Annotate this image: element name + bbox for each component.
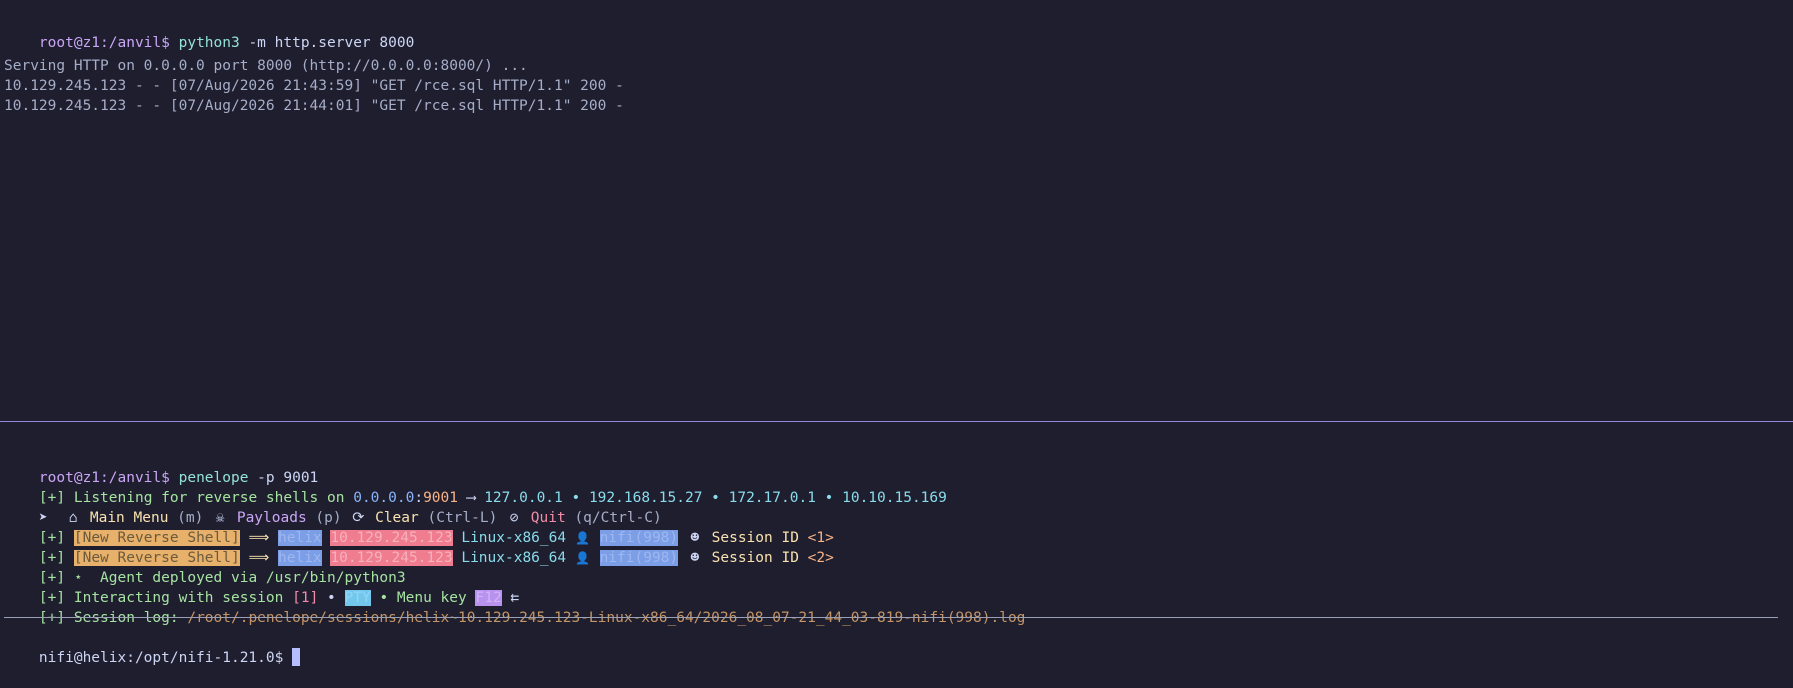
user-badge: nifi(998) [599,550,679,566]
status-tag: [+] [38,610,66,626]
interacting-line: [+] Interacting with session [1] • PTY •… [4,568,519,606]
command-args: -m http.server 8000 [239,35,415,51]
smile-icon: ☻ [690,550,700,566]
session-id-label: Session ID [711,550,799,566]
session-log-line: [+] Session log: /root/.penelope/session… [4,588,1025,626]
pane-divider[interactable] [0,421,1793,422]
session-log-path[interactable]: /root/.penelope/sessions/helix~10.129.24… [187,610,1025,626]
command-line: root@z1:/anvil$ python3 -m http.server 8… [4,13,414,51]
menu-line: ➤ ⌂ Main Menu (m) ☠ Payloads (p) ⟳ Clear… [4,488,662,526]
shell-prompt: root@z1:/anvil$ [38,35,170,51]
listening-line: [+] Listening for reverse shells on 0.0.… [4,468,947,506]
session-id-value: <2> [807,550,834,566]
agent-line: [+] ⋆ Agent deployed via /usr/bin/python… [4,548,406,586]
top-terminal-pane[interactable]: root@z1:/anvil$ python3 -m http.server 8… [0,0,1793,421]
output-line: Serving HTTP on 0.0.0.0 port 8000 (http:… [4,58,528,74]
remote-shell-line[interactable]: nifi@helix:/opt/nifi-1.21.0$ [4,628,301,666]
session-log-label: Session log: [65,610,188,626]
session-line: [+] [New Reverse Shell] ⟹ helix 10.129.2… [4,528,834,566]
bottom-terminal-pane[interactable]: root@z1:/anvil$ penelope -p 9001 [+] Lis… [0,423,1793,676]
platform-label: Linux-x86_64 [461,550,567,566]
separator-rule [4,617,1778,618]
terminal-cursor[interactable] [292,648,301,666]
command-name: python3 [178,35,240,51]
remote-shell-prompt: nifi@helix:/opt/nifi-1.21.0$ [38,650,284,666]
output-line: 10.129.245.123 - - [07/Aug/2026 21:44:01… [4,98,624,114]
session-line: [+] [New Reverse Shell] ⟹ helix 10.129.2… [4,508,834,546]
user-icon: 👤 [575,551,591,565]
command-line: root@z1:/anvil$ penelope -p 9001 [4,448,318,486]
output-line: 10.129.245.123 - - [07/Aug/2026 21:43:59… [4,78,624,94]
